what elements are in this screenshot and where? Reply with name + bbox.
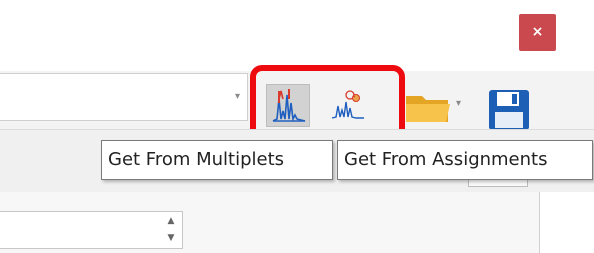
chevron-down-icon[interactable]: ▾ [456, 99, 466, 109]
tooltip-get-from-assignments: Get From Assignments [337, 140, 593, 180]
chevron-down-icon[interactable]: ▾ [235, 92, 245, 102]
folder-icon [406, 96, 450, 122]
save-button[interactable] [485, 86, 533, 134]
tooltip-get-from-multiplets: Get From Multiplets [101, 140, 333, 180]
floppy-disk-icon [489, 90, 529, 130]
close-button[interactable]: × [519, 14, 556, 51]
open-folder-button[interactable] [404, 90, 452, 126]
combo-box[interactable] [0, 73, 248, 121]
number-spinbox[interactable] [0, 211, 183, 249]
spin-up-icon[interactable]: ▲ [165, 216, 177, 226]
spin-down-icon[interactable]: ▼ [165, 233, 177, 243]
